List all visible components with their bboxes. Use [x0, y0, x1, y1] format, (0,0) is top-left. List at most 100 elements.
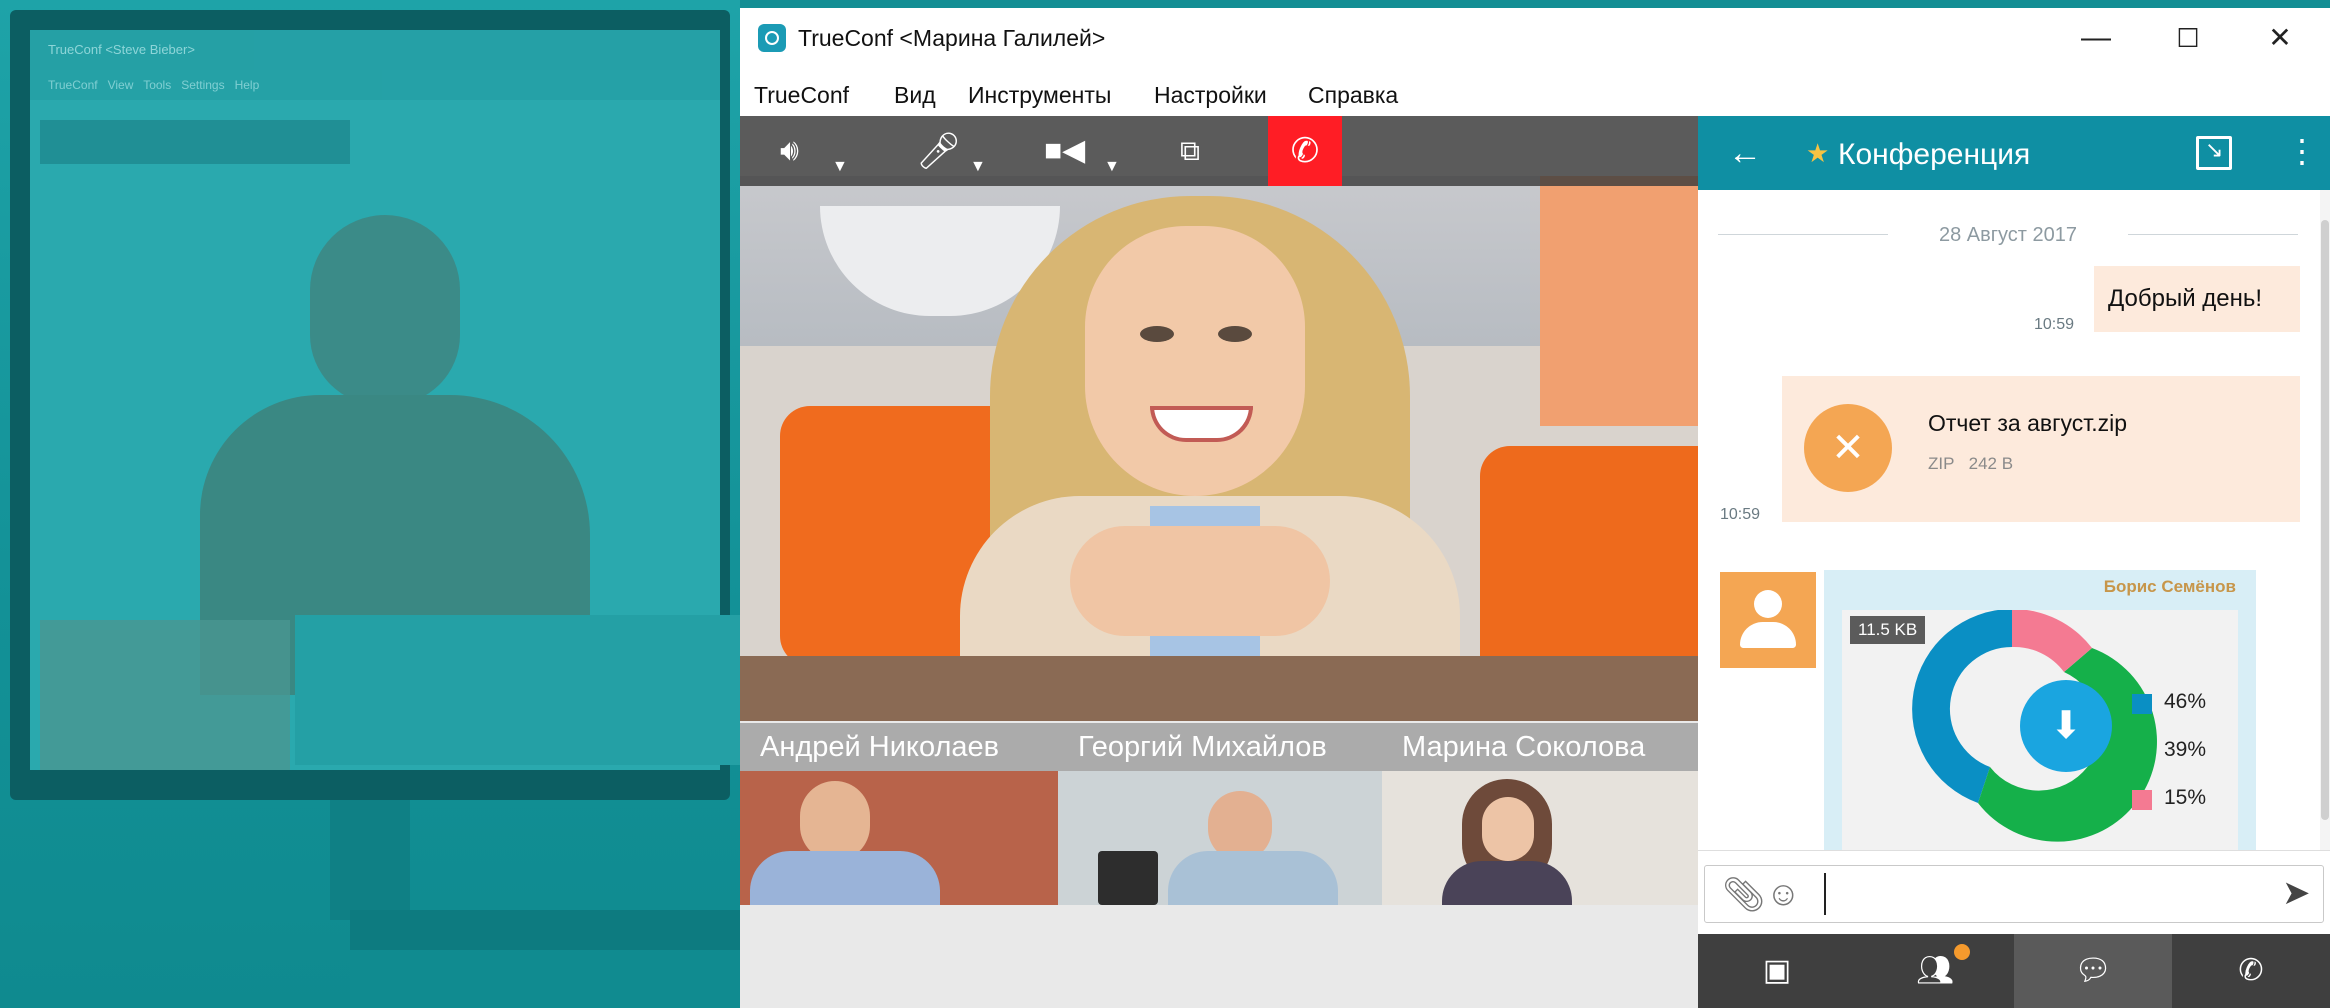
back-arrow-icon[interactable]: ← [1728, 134, 1762, 172]
menu-help[interactable]: Справка [1308, 68, 1398, 116]
file-name: Отчет за август.zip [1928, 410, 2128, 436]
scrollbar-thumb[interactable] [2321, 220, 2329, 820]
chat-title: Конференция [1838, 138, 2031, 171]
emoji-icon[interactable]: ☺ [1766, 875, 1801, 914]
background-desk [295, 615, 740, 765]
message-composer: 📎︎ ☺ ➤ [1698, 850, 2330, 935]
maximize-button[interactable]: ☐ [2142, 8, 2234, 68]
participant-video-andrey[interactable] [740, 771, 1058, 905]
avatar[interactable] [1720, 572, 1816, 668]
participant-name: Георгий Михайлов [1078, 731, 1327, 763]
download-icon[interactable]: ⬇ [2020, 680, 2112, 772]
screen-share-icon: ⧉ [1180, 135, 1200, 166]
participant-video-marina[interactable] [1382, 771, 1698, 905]
menu-bar: TrueConf Вид Инструменты Настройки Справ… [740, 68, 2330, 116]
hangup-button[interactable]: ✆ [1268, 116, 1342, 186]
trueconf-logo-icon [758, 24, 786, 52]
background-monitor-stand [330, 800, 410, 920]
calls-icon: ✆ [2238, 954, 2264, 987]
minimize-button[interactable]: — [2050, 8, 2142, 68]
title-bar: TrueConf <Марина Галилей> — ☐ ✕ [740, 8, 2330, 68]
nav-groups[interactable]: 👥︎ [1856, 934, 2014, 1008]
trueconf-window: TrueConf <Марина Галилей> — ☐ ✕ TrueConf… [740, 8, 2330, 1008]
bottom-navigation: ▣ 👥︎ 💬︎ ✆ [1698, 934, 2330, 1008]
chat-panel: ← ★ Конференция ⋮ 28 Август 2017 Добрый … [1698, 116, 2330, 1008]
legend-swatch [2132, 742, 2152, 762]
background-thumbnail [40, 620, 290, 770]
menu-tools[interactable]: Инструменты [968, 68, 1111, 116]
outgoing-message: Добрый день! [2094, 266, 2300, 332]
close-button[interactable]: ✕ [2234, 8, 2326, 68]
date-separator: 28 Август 2017 [1718, 220, 2298, 250]
participant-thumbnails [740, 771, 1698, 905]
cancel-download-icon[interactable]: ✕ [1804, 404, 1892, 492]
notification-badge [1954, 944, 1970, 960]
message-list: 28 Август 2017 Добрый день! 10:59 ✕ Отче… [1698, 190, 2320, 850]
background-app-title: TrueConf <Steve Bieber> [30, 30, 720, 70]
speaker-icon: 🔊︎ [780, 134, 799, 167]
window-title: TrueConf <Марина Галилей> [798, 25, 1106, 51]
message-text: Добрый день! [2108, 285, 2263, 312]
nav-contacts[interactable]: ▣ [1698, 934, 1856, 1008]
participant-names-strip: Андрей Николаев Георгий Михайлов Марина … [740, 723, 1698, 771]
speaker-button[interactable]: 🔊︎ ▼ [780, 116, 870, 186]
camera-icon: ■◀ [1044, 134, 1086, 167]
call-toolbar: 🔊︎ ▼ 🎤︎ ▼ ■◀ ▼ ⧉ ✆ [740, 116, 1698, 186]
background-menu-item: View [107, 78, 134, 92]
more-vertical-icon[interactable]: ⋮ [2286, 132, 2318, 170]
chevron-down-icon[interactable]: ▼ [832, 158, 848, 176]
image-attachment[interactable]: 11.5 KB ⬇ 46% 39% 15% [1842, 610, 2238, 850]
paperclip-icon[interactable]: 📎︎ [1722, 875, 1765, 915]
star-icon[interactable]: ★ [1806, 138, 1829, 169]
participant-video-georgy[interactable] [1058, 771, 1382, 905]
background-person-video [200, 215, 590, 695]
groups-icon: 👥︎ [1915, 954, 1955, 987]
video-area: 🔊︎ ▼ 🎤︎ ▼ ■◀ ▼ ⧉ ✆ Андрей Николаев Георг… [740, 116, 1698, 1008]
open-window-icon[interactable] [2196, 136, 2232, 170]
menu-trueconf[interactable]: TrueConf [754, 68, 849, 116]
main-video [740, 176, 1698, 721]
microphone-icon: 🎤︎ [916, 130, 962, 171]
message-time: 10:59 [2034, 316, 2075, 333]
menu-settings[interactable]: Настройки [1154, 68, 1267, 116]
file-type: ZIP [1928, 454, 1955, 473]
menu-view[interactable]: Вид [894, 68, 936, 116]
background-menu-item: Settings [181, 78, 225, 92]
camera-button[interactable]: ■◀ ▼ [1044, 116, 1134, 186]
nav-calls[interactable]: ✆ [2172, 934, 2330, 1008]
date-label: 28 Август 2017 [1938, 224, 2078, 246]
legend-swatch [2132, 694, 2152, 714]
chat-scrollbar[interactable] [2320, 190, 2330, 850]
nav-chat[interactable]: 💬︎ [2014, 934, 2172, 1008]
send-icon[interactable]: ➤ [2282, 873, 2311, 913]
background-scene: TrueConf <Steve Bieber> TrueConf View To… [0, 0, 740, 1008]
file-size: 242 B [1968, 454, 2014, 473]
incoming-image-message: Борис Семёнов 11.5 KB ⬇ 46% 39% 15% [1824, 570, 2256, 850]
microphone-button[interactable]: 🎤︎ ▼ [914, 116, 1004, 186]
chat-header: ← ★ Конференция ⋮ [1698, 116, 2330, 190]
participant-name: Андрей Николаев [760, 731, 1000, 763]
legend-swatch [2132, 790, 2152, 810]
image-size-tag: 11.5 KB [1850, 616, 1926, 644]
screen-share-button[interactable]: ⧉ [1180, 116, 1240, 186]
chevron-down-icon[interactable]: ▼ [970, 158, 986, 176]
message-input[interactable] [1824, 873, 2244, 915]
chat-icon: 💬︎ [2073, 954, 2113, 987]
background-menu-item: Help [234, 78, 260, 92]
file-message[interactable]: ✕ Отчет за август.zip ZIP 242 B [1782, 376, 2300, 522]
background-menu-item: Tools [143, 78, 172, 92]
legend-label: 39% [2164, 738, 2207, 761]
legend-label: 46% [2164, 690, 2207, 713]
participant-name: Марина Соколова [1402, 731, 1646, 763]
contacts-icon: ▣ [1762, 954, 1792, 987]
background-toolbar [40, 120, 350, 164]
sender-name: Борис Семёнов [2103, 577, 2236, 596]
background-app-menu: TrueConf View Tools Settings Help [30, 70, 720, 100]
message-time: 10:59 [1720, 506, 1761, 523]
file-meta: ZIP 242 B [1928, 454, 2013, 474]
hangup-icon: ✆ [1290, 132, 1320, 170]
background-keyboard [350, 950, 740, 1008]
background-menu-item: TrueConf [48, 78, 98, 92]
chevron-down-icon[interactable]: ▼ [1104, 158, 1120, 176]
legend-label: 15% [2164, 786, 2207, 809]
